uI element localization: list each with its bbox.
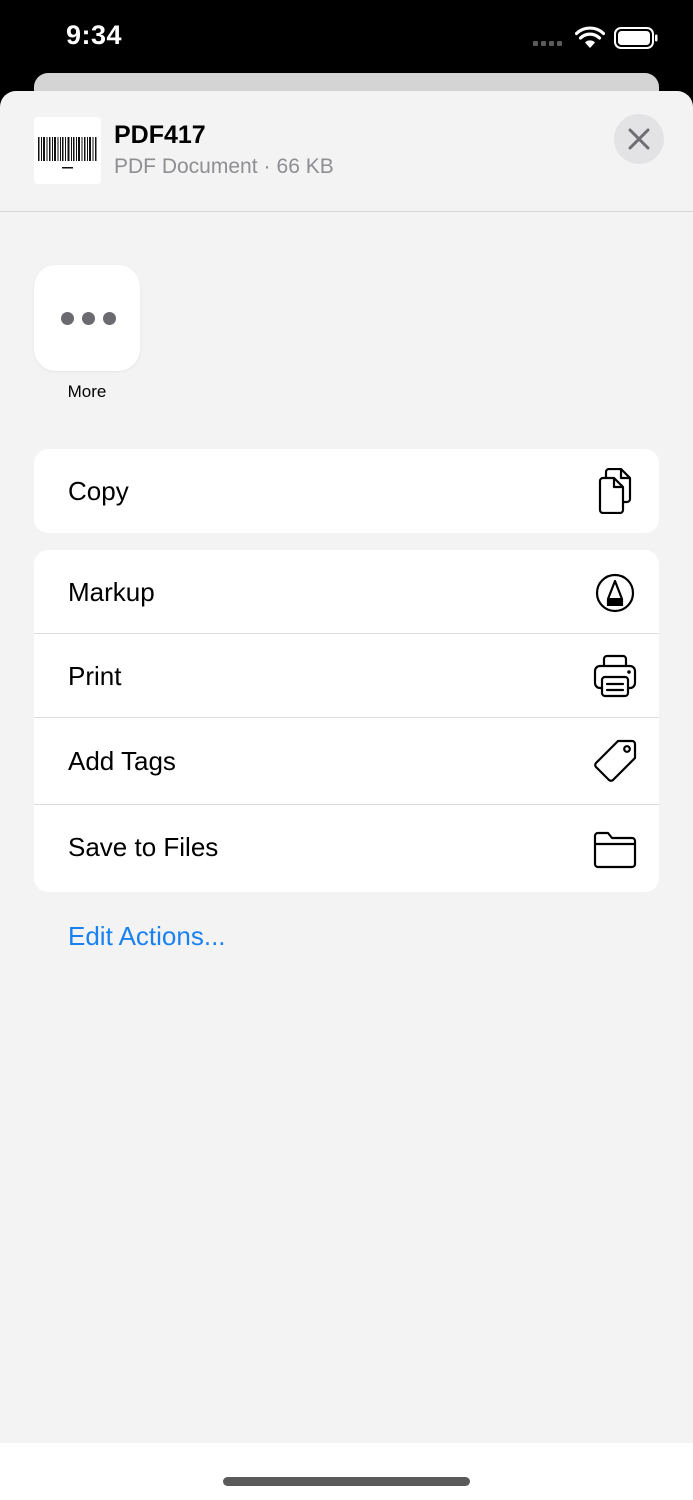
more-label: More <box>67 382 107 401</box>
tag-icon <box>594 739 637 782</box>
action-save-to-files[interactable]: Save to Files <box>34 805 659 892</box>
ellipsis-icon <box>61 312 116 325</box>
action-label: Markup <box>68 577 155 607</box>
action-print[interactable]: Print <box>34 634 659 718</box>
action-markup[interactable]: Markup <box>34 550 659 634</box>
file-size: 66 KB <box>276 155 334 178</box>
close-icon <box>628 128 650 150</box>
more-button[interactable] <box>34 265 140 371</box>
barcode-icon <box>38 137 97 169</box>
share-sheet-header: PDF417 PDF Document · 66 KB <box>0 91 693 212</box>
action-label: Print <box>68 661 122 691</box>
action-label: Add Tags <box>68 746 176 776</box>
file-title: PDF417 <box>114 121 206 149</box>
wifi-icon <box>575 26 605 48</box>
action-add-tags[interactable]: Add Tags <box>34 718 659 805</box>
close-button[interactable] <box>614 114 664 164</box>
action-label: Save to Files <box>68 832 219 862</box>
copy-icon <box>598 468 632 514</box>
folder-icon <box>593 831 637 869</box>
status-bar: 9:34 <box>0 0 693 75</box>
file-subtitle: PDF Document · 66 KB <box>114 155 334 179</box>
markup-icon <box>595 573 635 613</box>
actions-group: Markup Print Add Tags Save to Files <box>34 550 659 892</box>
copy-group: Copy <box>34 449 659 533</box>
file-thumbnail <box>34 117 101 184</box>
status-time: 9:34 <box>66 20 123 50</box>
share-sheet: PDF417 PDF Document · 66 KB More Copy Ma… <box>0 91 693 1500</box>
cellular-signal-icon <box>533 41 562 46</box>
file-type: PDF Document <box>114 155 258 178</box>
print-icon <box>593 654 637 698</box>
home-indicator[interactable] <box>223 1477 470 1486</box>
home-indicator-area <box>0 1443 693 1500</box>
action-copy[interactable]: Copy <box>34 449 659 533</box>
action-label: Copy <box>68 476 129 506</box>
file-separator: · <box>263 155 271 178</box>
edit-actions-link[interactable]: Edit Actions... <box>68 921 226 952</box>
battery-icon <box>614 27 658 49</box>
